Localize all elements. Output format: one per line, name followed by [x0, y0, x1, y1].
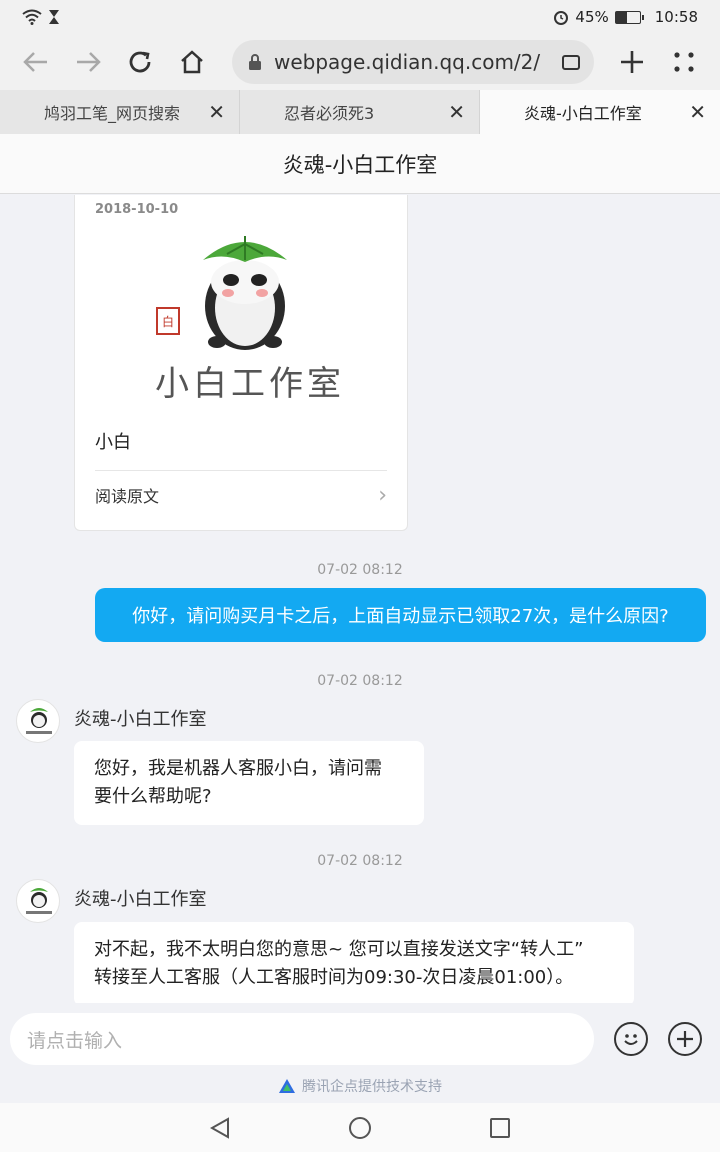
smiley-icon	[624, 1034, 638, 1045]
chat-messages[interactable]: 2018-10-10 白 小白工作室 小白 阅读原文 › 07-02 08:12…	[0, 195, 720, 1003]
message-timestamp: 07-02 08:12	[317, 673, 403, 689]
chevron-right-icon: ›	[378, 482, 387, 508]
powered-by-note: 腾讯企点提供技术支持	[0, 1076, 720, 1096]
card-brand-text: 小白工作室	[155, 364, 345, 404]
emoji-button[interactable]	[614, 1022, 648, 1056]
home-icon	[181, 50, 203, 74]
menu-button[interactable]	[658, 40, 710, 84]
battery-percent: 45%	[575, 8, 609, 26]
message-timestamp: 07-02 08:12	[317, 853, 403, 869]
new-tab-button[interactable]	[606, 40, 658, 84]
message-line: 您好，我是机器人客服小白，请问需	[94, 758, 382, 779]
close-icon[interactable]: ✕	[448, 100, 465, 124]
battery-level	[615, 11, 627, 23]
powered-by-text: 腾讯企点提供技术支持	[302, 1079, 442, 1095]
article-card[interactable]: 2018-10-10 白 小白工作室 小白 阅读原文 ›	[74, 195, 408, 531]
wifi-icon	[22, 9, 42, 25]
read-original-link[interactable]: 阅读原文 ›	[95, 480, 387, 510]
tab-current[interactable]: 炎魂-小白工作室 ✕	[480, 90, 720, 134]
reload-button[interactable]	[114, 40, 166, 84]
panda-avatar-icon	[26, 888, 52, 914]
reload-icon	[129, 51, 151, 73]
tencent-qidian-logo-icon	[279, 1079, 295, 1093]
nav-home-button[interactable]	[340, 1108, 380, 1148]
page-title: 炎魂-小白工作室	[0, 134, 720, 194]
outgoing-message: 你好，请问购买月卡之后，上面自动显示已领取27次，是什么原因?	[95, 588, 706, 642]
sender-name: 炎魂-小白工作室	[74, 709, 207, 730]
message-line: 对不起，我不太明白您的意思~ 您可以直接发送文字“转人工”	[94, 939, 584, 960]
nav-back-button[interactable]	[200, 1108, 240, 1148]
close-icon[interactable]: ✕	[208, 100, 225, 124]
incoming-message: 对不起，我不太明白您的意思~ 您可以直接发送文字“转人工” 转接至人工客服（人工…	[74, 922, 634, 1003]
clock: 10:58	[654, 8, 698, 26]
incoming-message: 您好，我是机器人客服小白，请问需 要什么帮助呢?	[74, 741, 424, 825]
panda-avatar-icon	[26, 708, 52, 734]
message-line: 转接至人工客服（人工客服时间为09:30-次日凌晨01:00）。	[94, 967, 574, 988]
plus-icon	[677, 1031, 693, 1047]
card-divider	[95, 470, 387, 471]
hourglass-icon	[49, 10, 59, 24]
square-recents-icon	[490, 1117, 510, 1138]
card-date: 2018-10-10	[95, 202, 179, 217]
address-bar[interactable]: webpage.qidian.qq.com/2/	[232, 40, 594, 84]
system-nav-bar	[0, 1103, 720, 1152]
arrow-left-icon	[23, 52, 47, 72]
tab-title: 炎魂-小白工作室	[524, 104, 642, 123]
plus-icon	[621, 51, 643, 73]
message-input[interactable]: 请点击输入	[10, 1013, 594, 1065]
tab-ninja[interactable]: 忍者必须死3 ✕	[240, 90, 480, 134]
input-bar: 请点击输入	[0, 1003, 720, 1073]
tab-search[interactable]: 鸠羽工笔_网页搜索 ✕	[0, 90, 240, 134]
message-line: 要什么帮助呢?	[94, 786, 212, 807]
arrow-right-icon	[77, 52, 101, 72]
status-bar: 45% 10:58	[0, 0, 720, 34]
circle-home-icon	[349, 1116, 371, 1139]
more-button[interactable]	[668, 1022, 702, 1056]
tab-title: 鸠羽工笔_网页搜索	[44, 104, 181, 123]
home-button[interactable]	[166, 40, 218, 84]
close-icon[interactable]: ✕	[689, 100, 706, 124]
browser-toolbar: webpage.qidian.qq.com/2/	[0, 34, 720, 90]
tab-title: 忍者必须死3	[284, 104, 375, 123]
url-text: webpage.qidian.qq.com/2/	[274, 50, 541, 74]
battery-icon	[614, 10, 644, 24]
avatar[interactable]	[16, 699, 60, 743]
card-title: 小白	[95, 432, 131, 453]
back-button[interactable]	[10, 40, 62, 84]
grid-dots-icon	[674, 52, 694, 72]
tab-strip: 鸠羽工笔_网页搜索 ✕ 忍者必须死3 ✕ 炎魂-小白工作室 ✕	[0, 90, 720, 134]
read-original-label: 阅读原文	[95, 487, 160, 506]
forward-button[interactable]	[62, 40, 114, 84]
sender-name: 炎魂-小白工作室	[74, 889, 207, 910]
lock-icon	[249, 54, 261, 70]
nav-recents-button[interactable]	[480, 1108, 520, 1148]
avatar[interactable]	[16, 879, 60, 923]
reader-mode-icon[interactable]	[562, 54, 580, 70]
message-timestamp: 07-02 08:12	[317, 562, 403, 578]
alarm-icon	[554, 11, 569, 25]
svg-text:白: 白	[162, 314, 174, 329]
triangle-back-icon	[210, 1116, 229, 1139]
